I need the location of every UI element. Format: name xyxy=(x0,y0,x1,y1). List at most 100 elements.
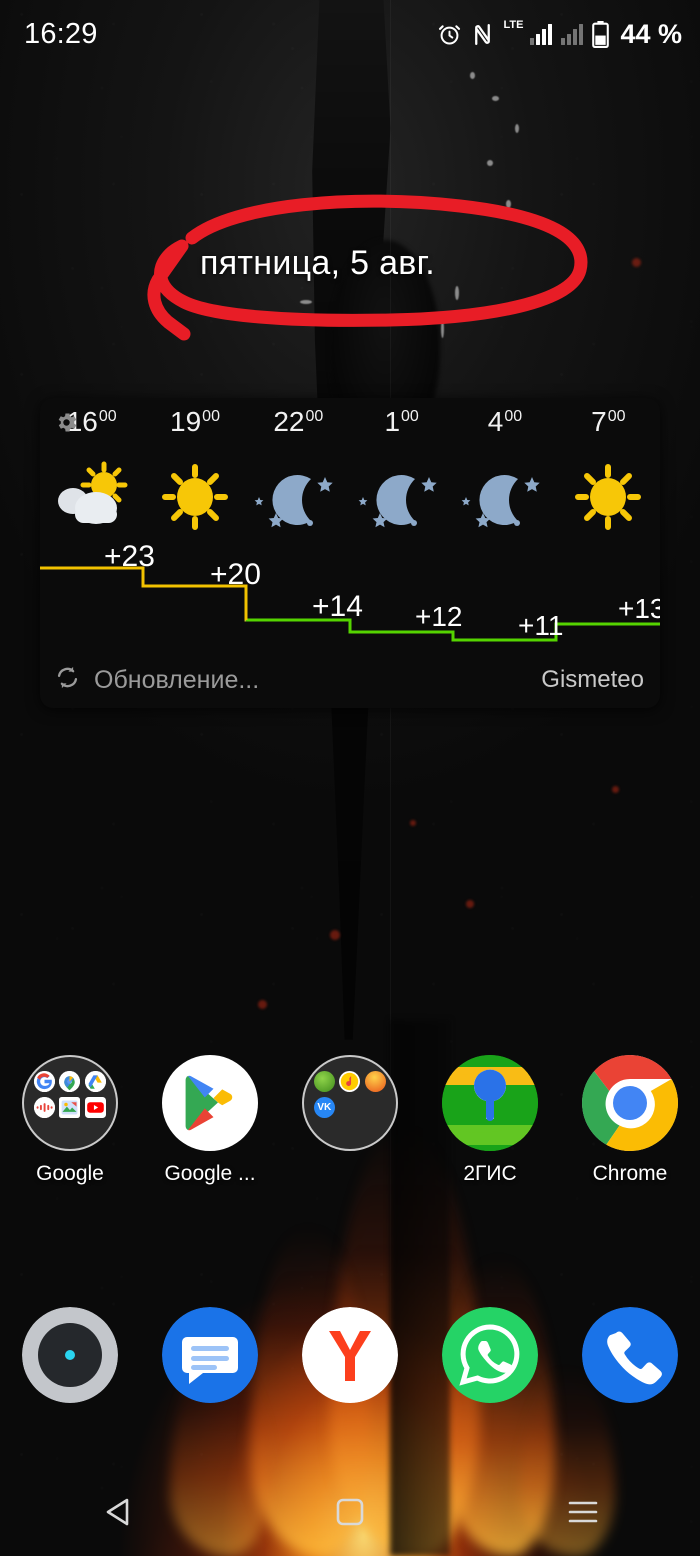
app-chrome[interactable] xyxy=(582,1055,678,1151)
weather-icon-cell xyxy=(557,453,660,538)
app-google-play[interactable] xyxy=(162,1055,258,1151)
phone-icon[interactable] xyxy=(582,1307,678,1403)
battery-percent: 44 % xyxy=(620,18,682,49)
app-cell: Google ... xyxy=(140,1055,280,1205)
google-g-icon xyxy=(33,1071,55,1092)
partly-cloudy-day-icon xyxy=(57,461,128,524)
folder-google-preview[interactable] xyxy=(22,1055,118,1151)
app-label: Google ... xyxy=(164,1162,256,1185)
app-green-icon xyxy=(313,1071,335,1092)
weather-icon-cell xyxy=(350,453,453,538)
battery-icon xyxy=(592,20,610,48)
dock-cell xyxy=(280,1305,420,1405)
weather-hour-min: 00 xyxy=(305,408,324,425)
weather-refresh-row[interactable]: Обновление... xyxy=(54,664,259,696)
weather-hour-col: 19 00 xyxy=(143,408,246,452)
app-cell: Google xyxy=(0,1055,140,1205)
clear-night-icon xyxy=(358,474,437,527)
youtube-icon xyxy=(85,1097,107,1118)
google-photos-icon xyxy=(59,1097,81,1118)
weather-icons-row xyxy=(40,453,660,538)
app-cell: Chrome xyxy=(560,1055,700,1205)
status-clock: 16:29 xyxy=(24,17,98,50)
weather-hour: 22 xyxy=(273,406,305,437)
weather-hour-min: 00 xyxy=(401,408,419,425)
camera-icon[interactable] xyxy=(22,1307,118,1403)
lte-label: LTE xyxy=(503,18,524,31)
2gis-icon[interactable] xyxy=(442,1055,538,1151)
navigation-bar xyxy=(0,1472,700,1556)
clear-night-icon xyxy=(461,474,540,527)
folder-social-preview[interactable]: VK xyxy=(302,1055,398,1151)
dock xyxy=(0,1305,700,1405)
wallpaper-ember xyxy=(258,1000,267,1009)
nav-home[interactable] xyxy=(233,1497,466,1532)
wallpaper-ember xyxy=(410,820,416,826)
status-bar[interactable]: 16:29 LTE 44 % xyxy=(0,0,700,68)
folder-google[interactable] xyxy=(22,1055,118,1151)
weather-update-status: Обновление... xyxy=(94,665,260,694)
weather-hour: 7 xyxy=(591,406,607,437)
app-grid: Google Google ... VK 2ГИС Chrome xyxy=(0,1055,700,1205)
weather-widget[interactable]: 16 00 19 00 22 00 1 00 4 00 7 00 +23 +20… xyxy=(40,398,660,708)
weather-hour-col: 7 00 xyxy=(557,408,660,452)
yandex-browser-icon[interactable] xyxy=(302,1307,398,1403)
weather-hour: 1 xyxy=(384,406,401,437)
weather-provider-label: Gismeteo xyxy=(541,666,644,693)
weather-footer: Обновление... Gismeteo xyxy=(40,652,660,708)
weather-icon-cell xyxy=(453,453,556,538)
weather-icon-cell xyxy=(143,453,246,538)
clear-night-icon xyxy=(254,474,334,527)
messages-icon[interactable] xyxy=(162,1307,258,1403)
weather-hour-min: 00 xyxy=(98,408,117,425)
dock-cell xyxy=(140,1305,280,1405)
weather-hours-row: 16 00 19 00 22 00 1 00 4 00 7 00 xyxy=(40,408,660,452)
back-triangle-icon[interactable] xyxy=(103,1497,131,1532)
dock-cell xyxy=(420,1305,560,1405)
google-play-icon[interactable] xyxy=(162,1055,258,1151)
dock-cell xyxy=(0,1305,140,1405)
whatsapp-icon[interactable] xyxy=(442,1307,538,1403)
nav-recents[interactable] xyxy=(467,1499,700,1530)
app-label: 2ГИС xyxy=(463,1162,517,1185)
weather-hour: 19 xyxy=(170,406,202,437)
app-cell: VK xyxy=(280,1055,420,1205)
nav-back[interactable] xyxy=(0,1497,233,1532)
wallpaper-ember xyxy=(612,786,619,793)
signal-sim2-icon xyxy=(561,23,584,45)
app-label: Google xyxy=(36,1162,104,1185)
weather-hour-min: 00 xyxy=(202,408,220,425)
weather-hour-col: 4 00 xyxy=(453,408,556,452)
temperature-step-chart xyxy=(40,548,660,653)
weather-hour-col: 1 00 xyxy=(350,408,453,452)
status-icons: LTE 44 % xyxy=(437,19,682,50)
wallpaper-ember xyxy=(330,930,340,940)
weather-icon-cell xyxy=(40,453,143,538)
weather-hour-col: 22 00 xyxy=(247,408,350,452)
app-orange-icon xyxy=(365,1071,387,1092)
home-date-text: пятница, 5 авг. xyxy=(200,244,435,282)
app-music-icon xyxy=(339,1071,361,1092)
gear-icon[interactable] xyxy=(54,410,79,440)
home-square-icon[interactable] xyxy=(335,1497,365,1532)
weather-hour-min: 00 xyxy=(607,408,626,425)
refresh-icon[interactable] xyxy=(54,664,81,696)
nfc-icon xyxy=(471,22,494,47)
weather-icon-cell xyxy=(247,453,350,538)
app-label: Chrome xyxy=(592,1162,668,1185)
recents-menu-icon[interactable] xyxy=(567,1499,599,1530)
chrome-icon[interactable] xyxy=(582,1055,678,1151)
weather-hour: 4 xyxy=(487,406,504,437)
weather-hour-min: 00 xyxy=(504,408,523,425)
dock-cell xyxy=(560,1305,700,1405)
sunny-icon xyxy=(575,463,642,530)
signal-sim1-icon xyxy=(530,23,553,45)
wallpaper-speck xyxy=(470,72,475,79)
date-annotation-area: пятница, 5 авг. xyxy=(0,96,700,341)
wallpaper-ember xyxy=(466,900,474,908)
sunny-icon xyxy=(161,463,228,530)
google-maps-icon xyxy=(59,1071,81,1092)
app-cell: 2ГИС xyxy=(420,1055,560,1205)
app-2gis[interactable] xyxy=(442,1055,538,1151)
folder-social[interactable]: VK xyxy=(302,1055,398,1151)
